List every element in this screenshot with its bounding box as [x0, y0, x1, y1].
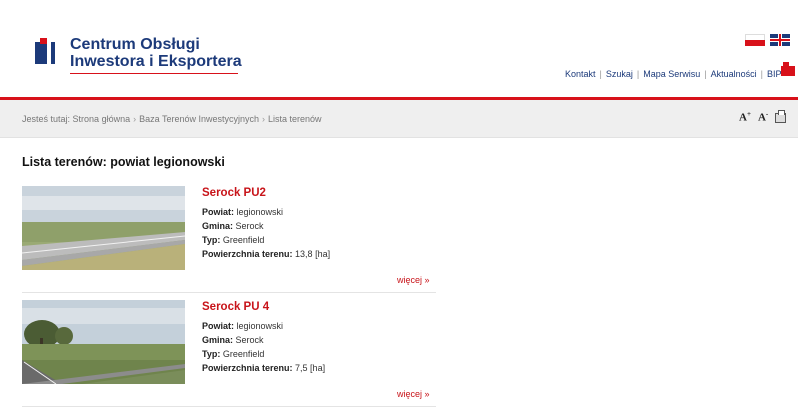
type-row: Typ: Greenfield [202, 349, 265, 359]
print-icon[interactable] [775, 110, 787, 124]
type-row: Typ: Greenfield [202, 235, 265, 245]
bip-icon[interactable] [781, 62, 795, 76]
decrease-font-button[interactable]: A- [758, 110, 768, 124]
nav-bip[interactable]: BIP [767, 69, 782, 79]
gmina-row: Gmina: Serock [202, 221, 264, 231]
breadcrumb-current: Lista terenów [268, 114, 322, 124]
nav-separator: | [636, 69, 640, 79]
area-row: Powierzchnia terenu: 7,5 [ha] [202, 363, 326, 373]
breadcrumb-separator: › [133, 114, 137, 124]
breadcrumb: Jesteś tutaj: Strona główna › Baza Terenów… [22, 114, 322, 124]
nav-separator: | [704, 69, 707, 79]
logo-line-2: Inwestora i Eksportera [70, 53, 242, 70]
nav-separator: | [599, 69, 602, 79]
list-item: Serock PU 4 Powiat: legionowski Gmina: S… [22, 300, 436, 408]
logo-icon[interactable] [35, 38, 57, 64]
land-photo[interactable] [22, 186, 185, 270]
page-title: Lista terenów: powiat legionowski [22, 155, 225, 169]
land-details: Serock PU 4 Powiat: legionowski Gmina: S… [202, 301, 325, 375]
breadcrumb-bar: Jesteś tutaj: Strona główna › Baza Terenów… [0, 100, 798, 138]
breadcrumb-home[interactable]: Strona główna [73, 114, 131, 124]
site-logo-text[interactable]: Centrum Obsługi Inwestora i Eksportera [70, 36, 242, 70]
nav-aktualnosci[interactable]: Aktualności [711, 69, 757, 79]
page-tools: A+ A- [739, 110, 787, 128]
logo-line-1: Centrum Obsługi [70, 36, 200, 53]
top-navigation: Kontakt | Szukaj | Mapa Serwisu | Aktualności |… [565, 69, 782, 79]
nav-mapa-serwisu[interactable]: Mapa Serwisu [643, 69, 700, 79]
site-header: Centrum Obsługi Inwestora i Eksportera K… [0, 0, 798, 100]
breadcrumb-separator: › [262, 114, 265, 124]
land-title-link[interactable]: Serock PU 4 [202, 301, 325, 313]
uk-flag-icon[interactable] [770, 34, 790, 46]
item-divider [22, 406, 436, 407]
item-divider [22, 292, 436, 293]
breadcrumb-prefix: Jesteś tutaj: [22, 114, 71, 124]
powiat-row: Powiat: legionowski [202, 207, 284, 217]
land-photo[interactable] [22, 300, 185, 384]
polish-flag-icon[interactable] [745, 34, 765, 46]
breadcrumb-investment-base[interactable]: Baza Terenów Inwestycyjnych [139, 114, 259, 124]
more-link[interactable]: więcej » [397, 275, 430, 285]
gmina-row: Gmina: Serock [202, 335, 264, 345]
nav-separator: | [760, 69, 763, 79]
area-row: Powierzchnia terenu: 13,8 [ha] [202, 249, 331, 259]
increase-font-button[interactable]: A+ [739, 110, 751, 124]
land-title-link[interactable]: Serock PU2 [202, 187, 330, 199]
list-item: Serock PU2 Powiat: legionowski Gmina: Se… [22, 186, 436, 294]
nav-szukaj[interactable]: Szukaj [606, 69, 633, 79]
powiat-row: Powiat: legionowski [202, 321, 284, 331]
more-link[interactable]: więcej » [397, 389, 430, 399]
land-details: Serock PU2 Powiat: legionowski Gmina: Se… [202, 187, 330, 261]
nav-kontakt[interactable]: Kontakt [565, 69, 596, 79]
logo-underline [70, 73, 238, 74]
